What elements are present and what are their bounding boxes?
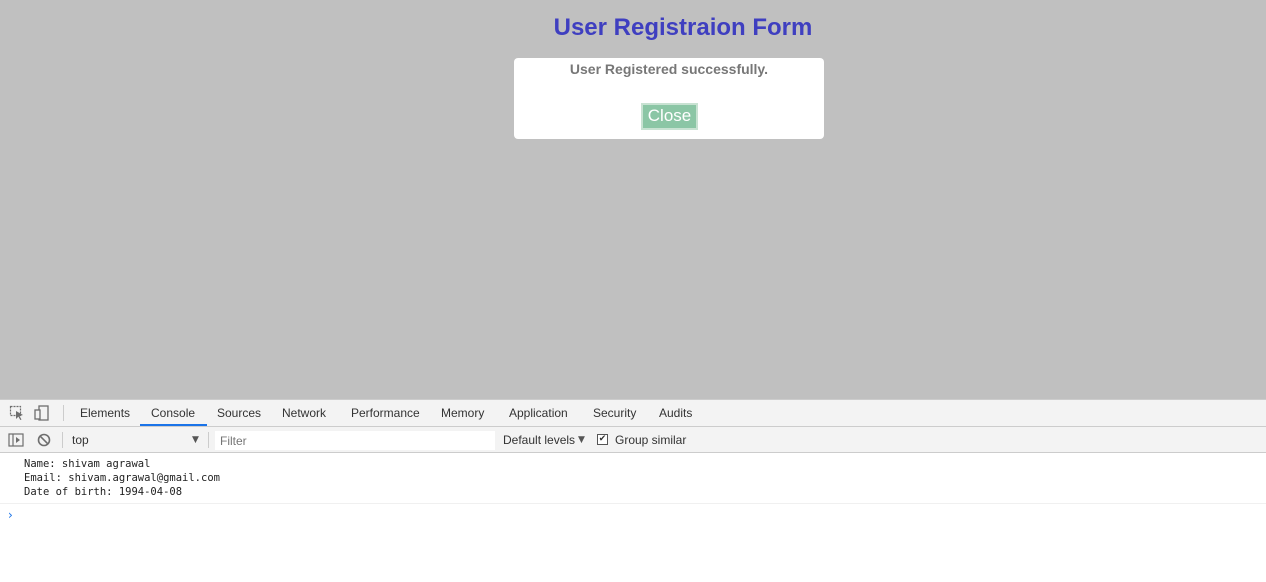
tab-elements[interactable]: Elements	[80, 400, 130, 427]
success-modal: User Registered successfully. Close	[514, 58, 824, 139]
console-output: Name: shivam agrawal Email: shivam.agraw…	[0, 454, 1266, 528]
tab-performance[interactable]: Performance	[351, 400, 420, 427]
tab-application[interactable]: Application	[509, 400, 568, 427]
clear-console-icon[interactable]	[36, 432, 52, 448]
tab-console[interactable]: Console	[151, 400, 195, 427]
context-dropdown-icon: ▼	[192, 435, 199, 445]
toolbar-divider	[63, 405, 64, 421]
console-toolbar: top ▼ Default levels ▼ ✔ Group similar	[0, 427, 1266, 453]
console-line: Email: shivam.agrawal@gmail.com	[24, 472, 220, 484]
toolbar-divider	[62, 432, 63, 448]
context-selector[interactable]: top	[68, 431, 203, 449]
console-line: Name: shivam agrawal	[24, 458, 151, 470]
tab-audits[interactable]: Audits	[659, 400, 692, 427]
devtools-tab-bar: Elements Console Sources Network Perform…	[0, 400, 1266, 427]
tab-sources[interactable]: Sources	[217, 400, 261, 427]
console-line: Date of birth: 1994-04-08	[24, 486, 183, 498]
group-similar-label: Group similar	[615, 433, 687, 447]
tab-memory[interactable]: Memory	[441, 400, 484, 427]
devtools-panel: Elements Console Sources Network Perform…	[0, 399, 1266, 582]
console-message: Name: shivam agrawal Email: shivam.agraw…	[0, 454, 1266, 504]
inspect-element-icon[interactable]	[9, 405, 25, 421]
group-similar-checkbox[interactable]: ✔	[597, 434, 608, 445]
toolbar-divider	[208, 432, 209, 448]
active-tab-indicator	[140, 424, 207, 426]
filter-input[interactable]	[215, 431, 495, 450]
modal-message: User Registered successfully.	[569, 61, 769, 77]
tab-network[interactable]: Network	[282, 400, 326, 427]
log-levels-dropdown[interactable]: Default levels	[503, 431, 575, 449]
prompt-chevron-icon: ›	[8, 508, 13, 522]
levels-dropdown-icon: ▼	[578, 435, 585, 445]
close-button[interactable]: Close	[641, 103, 698, 130]
console-prompt[interactable]: ›	[0, 504, 1266, 528]
console-input[interactable]	[24, 507, 1254, 525]
show-sidebar-icon[interactable]	[8, 432, 24, 448]
device-toolbar-icon[interactable]	[34, 405, 50, 421]
page-title: User Registraion Form	[553, 14, 813, 41]
page-viewport: User Registraion Form User Registered su…	[0, 0, 1266, 399]
tab-security[interactable]: Security	[593, 400, 636, 427]
